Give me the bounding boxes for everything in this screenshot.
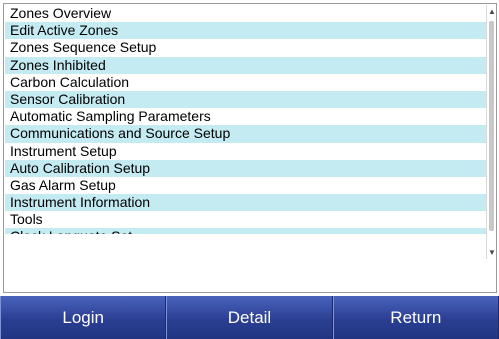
menu-item-clock-language-set[interactable]: Clock Languate Set (5, 228, 486, 235)
menu-item-automatic-sampling-parameters[interactable]: Automatic Sampling Parameters (5, 108, 486, 125)
menu-item-instrument-setup[interactable]: Instrument Setup (5, 143, 486, 160)
menu-item-tools[interactable]: Tools (5, 211, 486, 228)
menu-item-edit-active-zones[interactable]: Edit Active Zones (5, 22, 486, 40)
footer-button-bar: Login Detail Return (0, 296, 499, 339)
menu-panel: Zones Overview Edit Active Zones Zones S… (3, 3, 497, 293)
menu-item-zones-overview[interactable]: Zones Overview (5, 5, 486, 22)
scroll-up-arrow-icon[interactable]: ▲ (487, 7, 496, 17)
menu-item-carbon-calculation[interactable]: Carbon Calculation (5, 74, 486, 91)
menu-list[interactable]: Zones Overview Edit Active Zones Zones S… (5, 5, 486, 259)
scroll-down-arrow-icon[interactable]: ▼ (487, 248, 496, 258)
menu-item-zones-sequence-setup[interactable]: Zones Sequence Setup (5, 39, 486, 56)
return-button[interactable]: Return (332, 296, 499, 339)
detail-button[interactable]: Detail (166, 296, 333, 339)
menu-item-gas-alarm-setup[interactable]: Gas Alarm Setup (5, 177, 486, 194)
scroll-thumb[interactable] (489, 21, 494, 231)
menu-item-zones-inhibited[interactable]: Zones Inhibited (5, 56, 486, 74)
menu-item-sensor-calibration[interactable]: Sensor Calibration (5, 90, 486, 109)
menu-item-instrument-information[interactable]: Instrument Information (5, 194, 486, 212)
login-button[interactable]: Login (0, 296, 167, 339)
menu-item-communications-and-source-setup[interactable]: Communications and Source Setup (5, 125, 486, 143)
menu-item-auto-calibration-setup[interactable]: Auto Calibration Setup (5, 159, 486, 177)
menu-scrollbar[interactable]: ▲ ▼ (486, 5, 496, 259)
screen: Zones Overview Edit Active Zones Zones S… (0, 0, 499, 339)
